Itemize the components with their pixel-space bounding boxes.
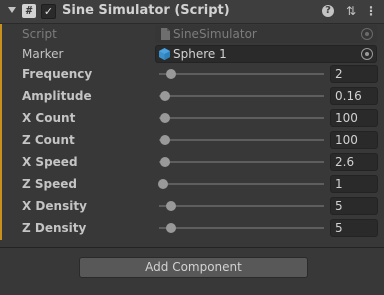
script-object-field: SineSimulator [155,25,377,43]
amplitude-slider-thumb[interactable] [159,91,170,101]
inspector-component-panel: # ✓ Sine Simulator (Script) ? ⇅ ⋮ Script… [0,0,384,295]
z-count-value-field[interactable]: 100 [330,131,378,149]
marker-value: Sphere 1 [173,47,227,61]
script-value: SineSimulator [173,27,257,41]
z-speed-slider-row: Z Speed 1 [0,174,384,194]
z-count-slider-row: Z Count 100 [0,130,384,150]
presets-icon[interactable]: ⇅ [344,3,358,19]
amplitude-label: Amplitude [22,89,92,103]
frequency-slider-row: Frequency 2 [0,64,384,84]
help-icon[interactable]: ? [322,5,334,17]
x-speed-value-field[interactable]: 2.6 [330,153,378,171]
z-density-value-field[interactable]: 5 [330,219,378,237]
frequency-label: Frequency [22,67,93,81]
z-speed-label: Z Speed [22,177,77,191]
component-header[interactable]: # ✓ Sine Simulator (Script) ? ⇅ ⋮ [0,0,384,24]
x-density-slider-track[interactable] [159,205,324,207]
component-title: Sine Simulator (Script) [62,3,230,18]
menu-icon[interactable]: ⋮ [364,3,378,19]
frequency-slider-track[interactable] [159,73,324,75]
x-speed-slider-thumb[interactable] [159,157,170,167]
x-density-value-field[interactable]: 5 [330,197,378,215]
z-count-label: Z Count [22,133,75,147]
script-field-row: Script SineSimulator [0,24,384,44]
z-density-label: Z Density [22,221,87,235]
object-picker-icon[interactable] [361,48,373,60]
x-speed-slider-track[interactable] [159,161,324,163]
amplitude-slider-track[interactable] [159,95,324,97]
cube-icon [159,48,170,60]
enabled-checkbox[interactable]: ✓ [41,4,56,19]
x-count-slider-track[interactable] [159,117,324,119]
x-density-slider-thumb[interactable] [165,201,176,211]
panel-divider [0,247,384,248]
x-count-value-field[interactable]: 100 [330,109,378,127]
z-count-slider-track[interactable] [159,139,324,141]
script-label: Script [22,27,57,41]
x-speed-slider-row: X Speed 2.6 [0,152,384,172]
x-density-label: X Density [22,199,87,213]
z-density-slider-thumb[interactable] [165,223,176,233]
x-count-slider-thumb[interactable] [159,113,170,123]
z-speed-slider-thumb[interactable] [158,179,168,189]
z-speed-value-field[interactable]: 1 [330,175,378,193]
x-count-label: X Count [22,111,76,125]
frequency-value-field[interactable]: 2 [330,65,378,83]
frequency-slider-thumb[interactable] [165,69,176,79]
z-speed-slider-track[interactable] [159,183,324,185]
marker-field-row: Marker Sphere 1 [0,44,384,64]
object-picker-icon [361,28,373,40]
x-density-slider-row: X Density 5 [0,196,384,216]
x-count-slider-row: X Count 100 [0,108,384,128]
marker-object-field[interactable]: Sphere 1 [155,45,377,63]
amplitude-value-field[interactable]: 0.16 [330,87,378,105]
script-asset-icon [159,28,170,40]
z-density-slider-row: Z Density 5 [0,218,384,238]
marker-label: Marker [22,47,64,61]
script-icon: # [22,4,36,18]
amplitude-slider-row: Amplitude 0.16 [0,86,384,106]
z-density-slider-track[interactable] [159,227,324,229]
add-component-button[interactable]: Add Component [79,257,308,278]
x-speed-label: X Speed [22,155,78,169]
foldout-arrow-icon[interactable] [8,7,16,13]
z-count-slider-thumb[interactable] [159,135,170,145]
